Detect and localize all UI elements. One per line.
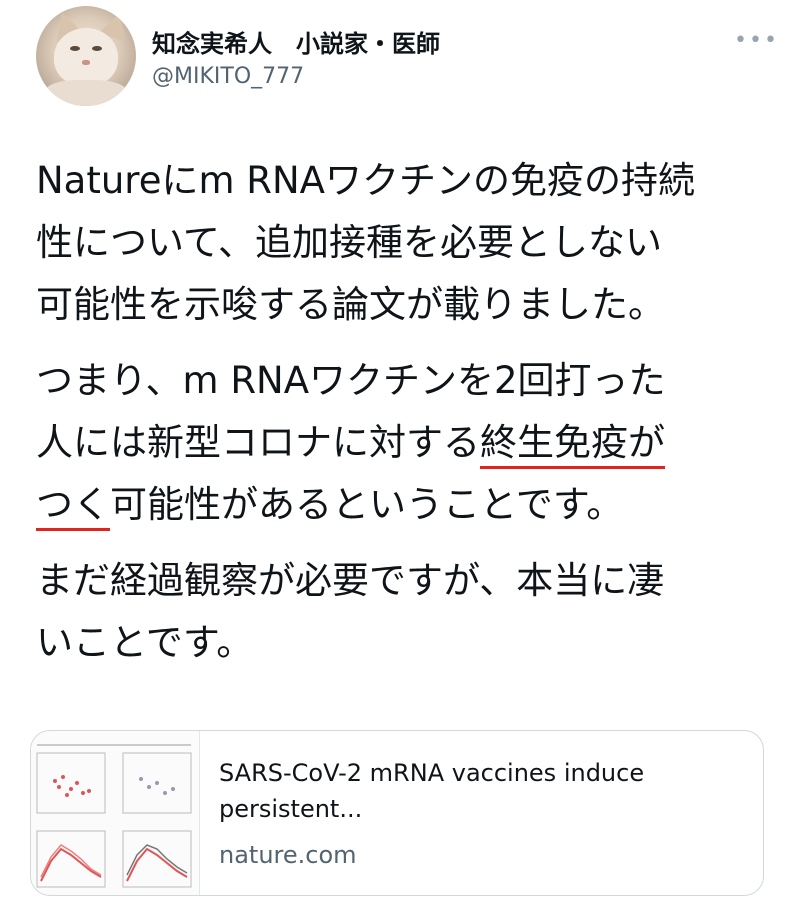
- author-handle[interactable]: @MIKITO_777: [152, 64, 304, 89]
- text-line: つく可能性があるということです。: [36, 474, 766, 536]
- text-line: Natureにm RNAワクチンの免疫の持続: [36, 159, 695, 202]
- text-line: 性について、追加接種を必要としない: [36, 221, 663, 264]
- link-card-title-line: SARS-CoV-2 mRNA vaccines induce: [219, 759, 645, 787]
- text-line: 可能性を示唆する論文が載りました。: [36, 283, 665, 326]
- figure-thumbnail-icon: [31, 731, 200, 895]
- text-line: つまり、m RNAワクチンを2回打った: [36, 359, 666, 402]
- text-line: いことです。: [36, 621, 254, 664]
- tweet-header: 知念実希人 小説家・医師 @MIKITO_777 •••: [30, 6, 780, 106]
- link-card[interactable]: SARS-CoV-2 mRNA vaccines induce persiste…: [30, 730, 764, 896]
- tweet-paragraph: Natureにm RNAワクチンの免疫の持続 性について、追加接種を必要としない…: [36, 150, 766, 336]
- cat-face-icon: [54, 28, 118, 86]
- tweet-paragraph: まだ経過観察が必要ですが、本当に凄 いことです。: [36, 550, 766, 674]
- underlined-text: 終生免疫が: [480, 421, 665, 469]
- text-segment: 人には新型コロナに対する: [36, 421, 480, 464]
- link-card-title-line: persistent...: [219, 795, 363, 823]
- tweet-text: Natureにm RNAワクチンの免疫の持続 性について、追加接種を必要としない…: [36, 150, 766, 688]
- more-horizontal-icon[interactable]: •••: [734, 28, 779, 53]
- text-segment: 可能性があるということです。: [110, 483, 624, 526]
- link-card-title[interactable]: SARS-CoV-2 mRNA vaccines induce persiste…: [219, 755, 749, 827]
- text-line: まだ経過観察が必要ですが、本当に凄: [36, 559, 665, 602]
- cat-eye-icon: [70, 46, 80, 51]
- cat-paws-icon: [46, 80, 126, 106]
- underlined-text: つく: [36, 483, 110, 531]
- link-card-domain: nature.com: [219, 841, 357, 869]
- avatar[interactable]: [36, 6, 136, 106]
- figure-thumbnail-icon: [36, 744, 192, 888]
- tweet-paragraph: つまり、m RNAワクチンを2回打った 人には新型コロナに対する終生免疫が つく…: [36, 350, 766, 536]
- author-display-name[interactable]: 知念実希人 小説家・医師: [152, 24, 440, 59]
- cat-eye-icon: [92, 46, 102, 51]
- text-line: 人には新型コロナに対する終生免疫が: [36, 412, 766, 474]
- cat-nose-icon: [82, 60, 90, 65]
